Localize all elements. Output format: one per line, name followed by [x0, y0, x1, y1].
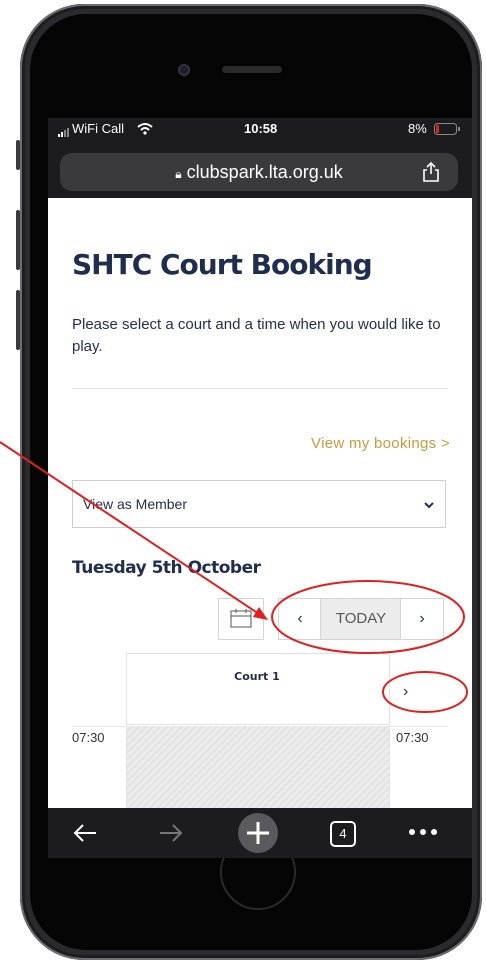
carrier-label: WiFi Call — [72, 121, 124, 136]
today-button[interactable]: TODAY — [320, 598, 402, 640]
share-icon[interactable] — [422, 161, 440, 188]
wifi-icon — [137, 122, 153, 140]
court-header-cell — [126, 653, 390, 725]
browser-top-bar: WiFi Call 10:58 8% 🔒︎ clubspark.lta.org.… — [48, 118, 472, 198]
divider — [72, 388, 448, 389]
volume-down-button — [16, 290, 20, 350]
page-content: SHTC Court Booking Please select a court… — [48, 198, 472, 816]
url-text: clubspark.lta.org.uk — [186, 162, 343, 182]
more-icon[interactable] — [408, 828, 438, 836]
forward-arrow-icon[interactable] — [158, 822, 184, 844]
view-my-bookings-link[interactable]: View my bookings > — [298, 435, 450, 452]
previous-day-button[interactable]: ‹ — [278, 598, 322, 640]
battery-icon — [434, 122, 462, 140]
volume-up-button — [16, 210, 20, 270]
camera-icon — [178, 64, 190, 76]
browser-toolbar: 4 — [48, 808, 472, 858]
date-heading: Tuesday 5th October — [72, 558, 261, 578]
next-day-button[interactable]: › — [400, 598, 444, 640]
page-title: SHTC Court Booking — [72, 248, 373, 281]
calendar-button[interactable] — [218, 598, 264, 640]
new-tab-button[interactable] — [238, 813, 278, 853]
plus-icon — [247, 822, 269, 844]
calendar-icon — [230, 609, 252, 628]
mute-switch — [16, 140, 20, 170]
time-label-left: 07:30 — [72, 730, 105, 745]
address-bar[interactable]: 🔒︎ clubspark.lta.org.uk — [60, 153, 458, 191]
back-arrow-icon[interactable] — [72, 822, 98, 844]
next-court-button[interactable]: › — [403, 683, 408, 701]
member-view-value: View as Member — [83, 496, 188, 512]
unavailable-slot — [126, 726, 390, 816]
time-label-right: 07:30 — [396, 730, 429, 745]
signal-icon — [58, 124, 72, 142]
clock: 10:58 — [244, 121, 278, 136]
tabs-button[interactable]: 4 — [330, 821, 356, 847]
page-subtitle: Please select a court and a time when yo… — [72, 316, 441, 355]
speaker-grille — [222, 66, 282, 73]
court-name: Court 1 — [234, 670, 280, 683]
battery-percent: 8% — [408, 121, 427, 136]
member-view-select[interactable]: View as Member — [72, 480, 446, 528]
lock-icon: 🔒︎ — [175, 167, 182, 181]
chevron-down-icon — [423, 481, 435, 527]
phone-screen: WiFi Call 10:58 8% 🔒︎ clubspark.lta.org.… — [48, 118, 472, 858]
